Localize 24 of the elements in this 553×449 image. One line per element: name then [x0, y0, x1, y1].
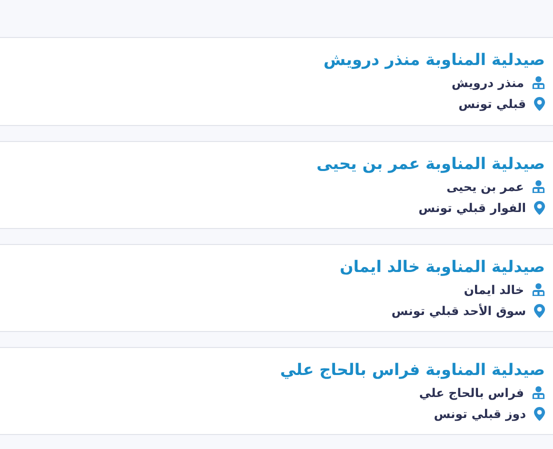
- pharmacy-card[interactable]: صيدلية المناوبة منذر درويش منذر درويش قبلي تونس: [0, 38, 553, 126]
- pharmacy-card[interactable]: صيدلية المناوبة خالد ايمان خالد ايمان سوق الأحد قبلي تونس: [0, 244, 553, 332]
- pharmacy-name[interactable]: صيدلية المناوبة منذر درويش: [324, 48, 545, 72]
- pharmacy-card[interactable]: صيدلية المناوبة عمر بن يحيى عمر بن يحيى الفوار قبلي تونس: [0, 141, 553, 229]
- owner-name: عمر بن يحيى: [446, 180, 524, 194]
- people-icon: [532, 283, 545, 296]
- address-text: دوز قبلي تونس: [434, 406, 526, 420]
- owner-name: منذر درويش: [452, 76, 524, 90]
- address-text: الفوار قبلي تونس: [418, 200, 526, 214]
- pharmacy-name[interactable]: صيدلية المناوبة عمر بن يحيى: [316, 152, 545, 176]
- location-pin-icon: [534, 200, 545, 214]
- people-icon: [532, 180, 545, 193]
- pharmacy-name[interactable]: صيدلية المناوبة خالد ايمان: [340, 255, 545, 279]
- owner-name: فراس بالحاج علي: [419, 386, 524, 400]
- people-icon: [532, 386, 545, 399]
- address-text: قبلي تونس: [458, 96, 526, 110]
- pharmacy-card[interactable]: صيدلية المناوبة فراس بالحاج علي فراس بالحاج علي دوز قبلي تونس: [0, 347, 553, 435]
- pharmacy-name[interactable]: صيدلية المناوبة فراس بالحاج علي: [280, 358, 545, 382]
- address-text: سوق الأحد قبلي تونس: [391, 304, 526, 318]
- owner-name: خالد ايمان: [464, 282, 524, 296]
- location-pin-icon: [534, 304, 545, 318]
- location-pin-icon: [534, 96, 545, 110]
- location-pin-icon: [534, 406, 545, 420]
- people-icon: [532, 76, 545, 89]
